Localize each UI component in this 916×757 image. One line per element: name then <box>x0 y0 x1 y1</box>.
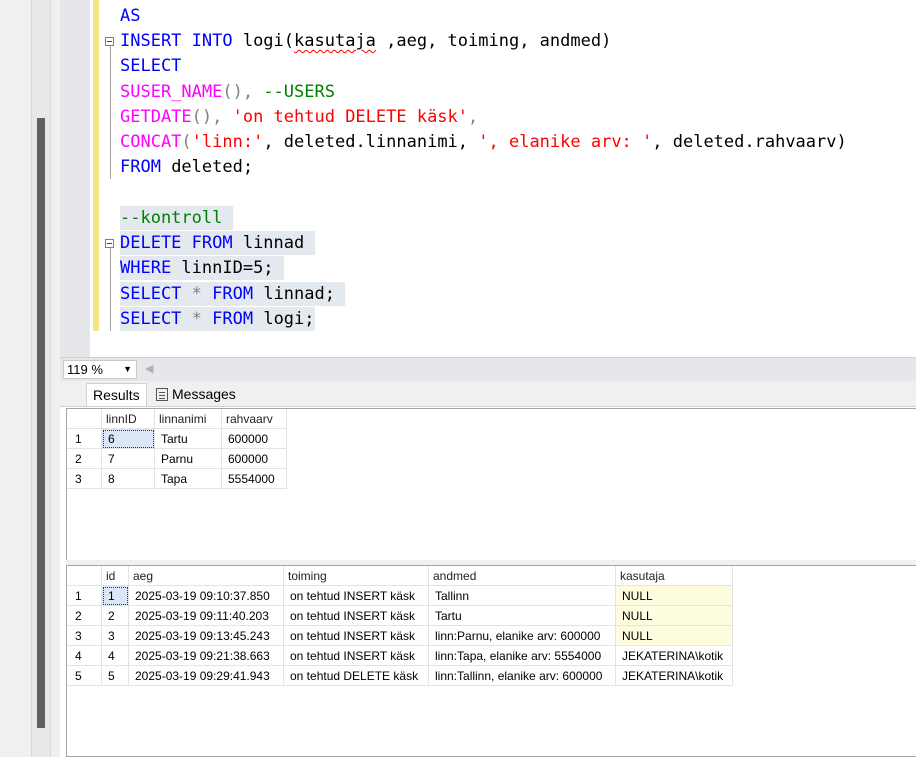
row-number[interactable]: 3 <box>67 468 102 489</box>
table-cell[interactable]: 6 <box>101 428 155 449</box>
code-line: SELECT <box>120 56 182 76</box>
column-header[interactable]: toiming <box>283 566 429 586</box>
column-header[interactable]: kasutaja <box>615 566 733 586</box>
code-line-selected: SELECT * FROM logi; <box>120 307 315 331</box>
table-cell[interactable]: 3 <box>101 625 129 646</box>
table-cell[interactable]: 2025-03-19 09:29:41.943 <box>128 665 284 686</box>
table-header-row: id aeg toiming andmed kasutaja <box>67 566 733 586</box>
table-cell[interactable]: JEKATERINA\kotik <box>615 665 733 686</box>
table-cell[interactable]: linn:Tallinn, elanike arv: 600000 <box>428 665 616 686</box>
row-number[interactable]: 2 <box>67 605 102 626</box>
table-cell[interactable]: Tallinn <box>428 585 616 606</box>
code-line: SUSER_NAME(), --USERS <box>120 82 335 102</box>
row-number[interactable]: 4 <box>67 645 102 666</box>
status-bar: 119 % ▼ ◀ <box>60 357 916 382</box>
table-row[interactable]: 5 5 2025-03-19 09:29:41.943 on tehtud DE… <box>67 665 733 686</box>
table-cell[interactable]: Tartu <box>154 428 222 449</box>
results-grid-logi[interactable]: id aeg toiming andmed kasutaja 1 1 2025-… <box>66 565 916 757</box>
scroll-left-icon[interactable]: ◀ <box>145 362 153 375</box>
code-line-selected: DELETE FROM linnad <box>120 231 315 255</box>
table-cell[interactable]: on tehtud INSERT käsk <box>283 625 429 646</box>
table-row[interactable]: 1 6 Tartu 600000 <box>67 428 287 449</box>
code-line-selected: --kontroll <box>120 206 233 230</box>
code-line-selected: SELECT * FROM linnad; <box>120 282 346 306</box>
table-row[interactable]: 2 7 Parnu 600000 <box>67 448 287 469</box>
code-line: CONCAT('linn:', deleted.linnanimi, ', el… <box>120 132 847 152</box>
table-cell[interactable]: 4 <box>101 645 129 666</box>
column-header[interactable]: linnID <box>101 409 155 429</box>
table-cell[interactable]: 600000 <box>221 428 287 449</box>
column-header[interactable]: andmed <box>428 566 616 586</box>
table-row[interactable]: 3 3 2025-03-19 09:13:45.243 on tehtud IN… <box>67 625 733 646</box>
row-number[interactable]: 5 <box>67 665 102 686</box>
table-cell[interactable]: on tehtud DELETE käsk <box>283 665 429 686</box>
code-line: GETDATE(), 'on tehtud DELETE käsk', <box>120 107 479 127</box>
fold-guide <box>110 243 111 331</box>
table-cell[interactable]: 2025-03-19 09:13:45.243 <box>128 625 284 646</box>
collapse-icon[interactable] <box>105 37 114 46</box>
table-cell[interactable]: JEKATERINA\kotik <box>615 645 733 666</box>
table-cell[interactable]: on tehtud INSERT käsk <box>283 645 429 666</box>
table-cell[interactable]: 2025-03-19 09:11:40.203 <box>128 605 284 626</box>
column-header[interactable]: linnanimi <box>154 409 222 429</box>
code-line: INSERT INTO logi(kasutaja ,aeg, toiming,… <box>120 31 612 51</box>
table-cell[interactable]: on tehtud INSERT käsk <box>283 585 429 606</box>
table-cell-null[interactable]: NULL <box>615 585 733 606</box>
row-number[interactable]: 3 <box>67 625 102 646</box>
table-cell[interactable]: 8 <box>101 468 155 489</box>
row-number[interactable]: 2 <box>67 448 102 469</box>
table-cell-null[interactable]: NULL <box>615 625 733 646</box>
table-cell[interactable]: Parnu <box>154 448 222 469</box>
code-line: FROM deleted; <box>120 157 254 177</box>
table-cell-null[interactable]: NULL <box>615 605 733 626</box>
tab-messages[interactable]: Messages <box>150 383 242 405</box>
table-cell[interactable]: linn:Parnu, elanike arv: 600000 <box>428 625 616 646</box>
zoom-dropdown[interactable]: 119 % ▼ <box>63 360 137 379</box>
table-cell[interactable]: 2025-03-19 09:21:38.663 <box>128 645 284 666</box>
left-panel <box>0 0 60 757</box>
table-row[interactable]: 1 1 2025-03-19 09:10:37.850 on tehtud IN… <box>67 585 733 606</box>
messages-icon <box>156 388 168 401</box>
change-tracking-bar <box>93 0 99 331</box>
column-header[interactable]: id <box>101 566 129 586</box>
table-cell[interactable]: on tehtud INSERT käsk <box>283 605 429 626</box>
results-tabs: Results Messages <box>60 381 916 407</box>
row-number-header <box>67 409 102 429</box>
editor-margin <box>60 0 90 357</box>
table-cell[interactable]: Tartu <box>428 605 616 626</box>
table-cell[interactable]: Tapa <box>154 468 222 489</box>
table-cell[interactable]: 1 <box>101 585 129 606</box>
chevron-down-icon: ▼ <box>123 364 132 374</box>
results-table: linnID linnanimi rahvaarv 1 6 Tartu 6000… <box>67 409 287 489</box>
table-cell[interactable]: 5554000 <box>221 468 287 489</box>
table-cell[interactable]: 600000 <box>221 448 287 469</box>
results-grid-linnad[interactable]: linnID linnanimi rahvaarv 1 6 Tartu 6000… <box>66 408 916 562</box>
code-line: AS <box>120 6 141 26</box>
column-header[interactable]: aeg <box>128 566 284 586</box>
code-line-selected: WHERE linnID=5; <box>120 256 284 280</box>
row-number[interactable]: 1 <box>67 585 102 606</box>
table-row[interactable]: 2 2 2025-03-19 09:11:40.203 on tehtud IN… <box>67 605 733 626</box>
table-cell[interactable]: 5 <box>101 665 129 686</box>
table-cell[interactable]: 7 <box>101 448 155 469</box>
table-header-row: linnID linnanimi rahvaarv <box>67 409 287 429</box>
table-cell[interactable]: 2025-03-19 09:10:37.850 <box>128 585 284 606</box>
collapse-icon[interactable] <box>105 239 114 248</box>
fold-guide <box>110 41 111 179</box>
table-row[interactable]: 3 8 Tapa 5554000 <box>67 468 287 489</box>
table-row[interactable]: 4 4 2025-03-19 09:21:38.663 on tehtud IN… <box>67 645 733 666</box>
scrollbar-thumb[interactable] <box>37 118 45 728</box>
row-number-header <box>67 566 102 586</box>
column-header[interactable]: rahvaarv <box>221 409 287 429</box>
table-cell[interactable]: linn:Tapa, elanike arv: 5554000 <box>428 645 616 666</box>
table-cell[interactable]: 2 <box>101 605 129 626</box>
row-number[interactable]: 1 <box>67 428 102 449</box>
results-table: id aeg toiming andmed kasutaja 1 1 2025-… <box>67 566 733 686</box>
tab-results[interactable]: Results <box>86 383 147 406</box>
